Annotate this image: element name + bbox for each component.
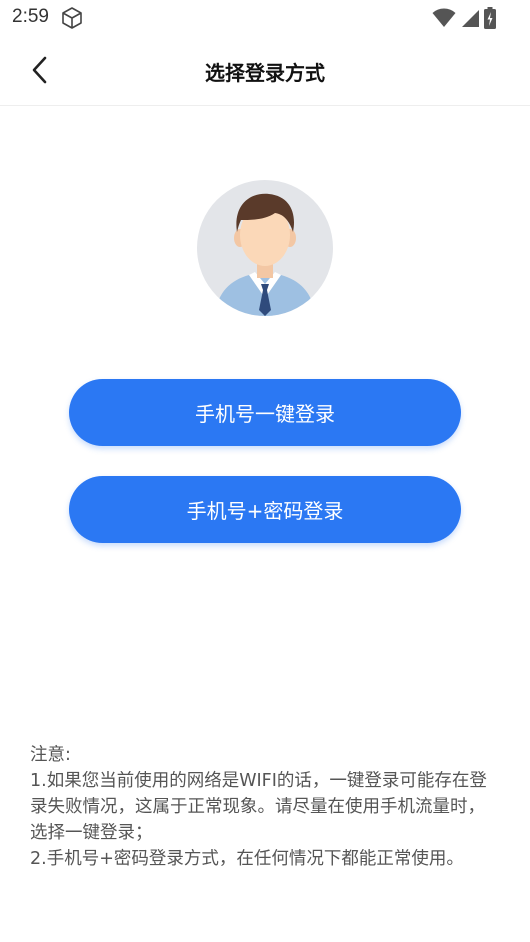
avatar bbox=[197, 180, 333, 316]
cube-icon bbox=[62, 7, 82, 29]
one-click-login-button[interactable]: 手机号一键登录 bbox=[69, 379, 461, 446]
status-time: 2:59 bbox=[12, 6, 49, 27]
notice-item-2: 2.手机号+密码登录方式，在任何情况下都能正常使用。 bbox=[30, 849, 464, 869]
battery-icon bbox=[484, 7, 496, 29]
user-avatar-icon bbox=[215, 193, 315, 316]
status-bar: 2:59 bbox=[0, 0, 530, 36]
header: 选择登录方式 bbox=[0, 36, 530, 106]
notice-item-1: 1.如果您当前使用的网络是WIFI的话，一键登录可能存在登录失败情况，这属于正常… bbox=[30, 771, 487, 843]
notice-title: 注意: bbox=[30, 745, 71, 765]
signal-icon bbox=[462, 10, 479, 27]
page-title: 选择登录方式 bbox=[205, 61, 325, 85]
status-icons bbox=[432, 7, 496, 29]
phone-password-login-button[interactable]: 手机号+密码登录 bbox=[69, 476, 461, 543]
wifi-icon bbox=[432, 8, 456, 27]
notice: 注意: 1.如果您当前使用的网络是WIFI的话，一键登录可能存在登录失败情况，这… bbox=[30, 742, 502, 872]
